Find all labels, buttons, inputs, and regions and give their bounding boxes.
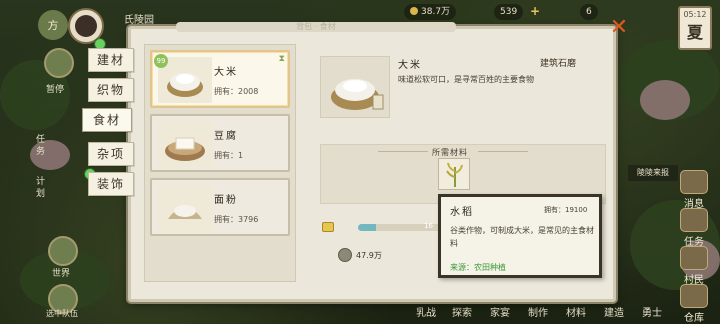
required-materials-title: 所需材料 <box>432 148 468 157</box>
report-tag[interactable]: 陵陵来报 <box>628 165 678 181</box>
faction-badge[interactable]: 方 <box>38 10 68 40</box>
flour-sack-icon <box>158 185 212 231</box>
season-clock[interactable]: 05:12 夏 <box>678 6 712 50</box>
resource-tickets: 6 <box>580 4 598 20</box>
season-label: 夏 <box>686 23 703 42</box>
warehouse-label: 仓库 <box>684 313 704 324</box>
tab-misc[interactable]: 杂项 <box>88 142 134 166</box>
resource-gems-value: 539 <box>500 7 518 17</box>
faction-badge-label: 方 <box>47 19 59 32</box>
county-name: 氏陵园 <box>124 15 154 26</box>
owned-count: 2008 <box>238 87 259 96</box>
bottom-item-banquet[interactable]: 家宴 <box>490 304 510 319</box>
hourglass-icon: ⧗ <box>278 54 285 64</box>
detail-item-name: 大米 <box>398 60 422 71</box>
world-map-icon[interactable] <box>48 236 78 266</box>
bottom-item-materials[interactable]: 材料 <box>566 304 586 319</box>
coin-purse-icon <box>338 248 352 262</box>
owned-count: 1 <box>238 151 244 160</box>
item-card-rice[interactable]: 99 ⧗ 大米 拥有：2008 <box>150 50 290 108</box>
bottom-item-explore[interactable]: 探索 <box>452 304 472 319</box>
tooltip-owned: 拥有：19100 <box>544 206 588 214</box>
tab-building-materials[interactable]: 建材 <box>88 48 134 72</box>
resource-tickets-value: 6 <box>586 7 592 17</box>
owned-prefix: 拥有： <box>214 87 238 96</box>
item-card-flour[interactable]: 面粉 拥有：3796 <box>150 178 290 236</box>
villagers-icon <box>680 246 708 270</box>
item-name: 大米 <box>214 67 238 78</box>
money-value: 47.9万 <box>356 251 382 260</box>
plan-label-2: 划 <box>36 189 46 199</box>
detail-rice-icon <box>320 56 390 118</box>
world-label: 世界 <box>52 269 71 279</box>
item-name: 豆腐 <box>214 131 238 142</box>
add-gems-button[interactable]: + <box>530 4 540 18</box>
material-slot-paddy[interactable] <box>438 158 470 190</box>
progress-value: 16 <box>424 222 433 230</box>
tab-food-ingredients[interactable]: 食材 <box>82 108 132 132</box>
bottom-item-warriors[interactable]: 勇士 <box>642 304 662 319</box>
production-progress <box>358 224 448 231</box>
warehouse-icon <box>680 284 708 308</box>
quantity-badge: 99 <box>154 54 168 68</box>
owned-prefix: 拥有： <box>214 151 238 160</box>
clock-time: 05:12 <box>683 10 707 19</box>
tooltip-name: 水稻 <box>450 207 474 218</box>
selected-team-label: 选中队伍 <box>46 309 78 318</box>
resource-coins: 38.7万 <box>404 4 457 20</box>
bottom-item-craft[interactable]: 制作 <box>528 304 548 319</box>
messages-icon <box>680 170 708 194</box>
tooltip-source: 来源：农田种植 <box>450 263 506 272</box>
warehouse-button[interactable]: 仓库 <box>674 284 714 324</box>
gold-ingot-icon <box>322 222 334 232</box>
tasks-button[interactable]: 任务 <box>674 208 714 248</box>
pause-icon[interactable] <box>44 48 74 78</box>
item-card-tofu[interactable]: 豆腐 拥有：1 <box>150 114 290 172</box>
coin-icon <box>410 7 418 15</box>
tofu-bowl-icon <box>158 121 212 167</box>
tasks-icon <box>680 208 708 232</box>
item-name: 面粉 <box>214 195 238 206</box>
item-owned: 拥有：3796 <box>214 214 258 225</box>
resource-coins-value: 38.7万 <box>421 7 451 17</box>
modal-title: 背包 · 食材 <box>176 22 456 32</box>
detail-description: 味道松软可口，是寻常百姓的主要食物 <box>398 75 534 84</box>
task-label-2: 务 <box>36 147 46 157</box>
messages-button[interactable]: 消息 <box>674 170 714 210</box>
villagers-button[interactable]: 村民 <box>674 246 714 286</box>
progress-fill <box>358 224 376 231</box>
bottom-item-battle[interactable]: 乳战 <box>416 304 436 319</box>
tooltip-description: 谷类作物，可制成大米，是常见的主食材料 <box>450 226 594 248</box>
owned-prefix: 拥有： <box>214 215 238 224</box>
divider-line <box>378 151 428 152</box>
owned-count: 3796 <box>238 215 259 224</box>
tab-decorations[interactable]: 装饰 <box>88 172 134 196</box>
item-owned: 拥有：1 <box>214 150 243 161</box>
detail-source-building: 建筑石磨 <box>540 59 577 69</box>
tab-fabrics[interactable]: 织物 <box>88 78 134 102</box>
pause-label: 暂停 <box>46 85 65 95</box>
divider-line <box>478 151 528 152</box>
close-button[interactable]: ✕ <box>608 17 630 40</box>
resource-gems: 539 <box>494 4 524 20</box>
avatar-face <box>75 15 97 37</box>
bottom-item-build[interactable]: 建造 <box>604 304 624 319</box>
rice-plant-icon <box>446 162 463 187</box>
item-owned: 拥有：2008 <box>214 86 258 97</box>
